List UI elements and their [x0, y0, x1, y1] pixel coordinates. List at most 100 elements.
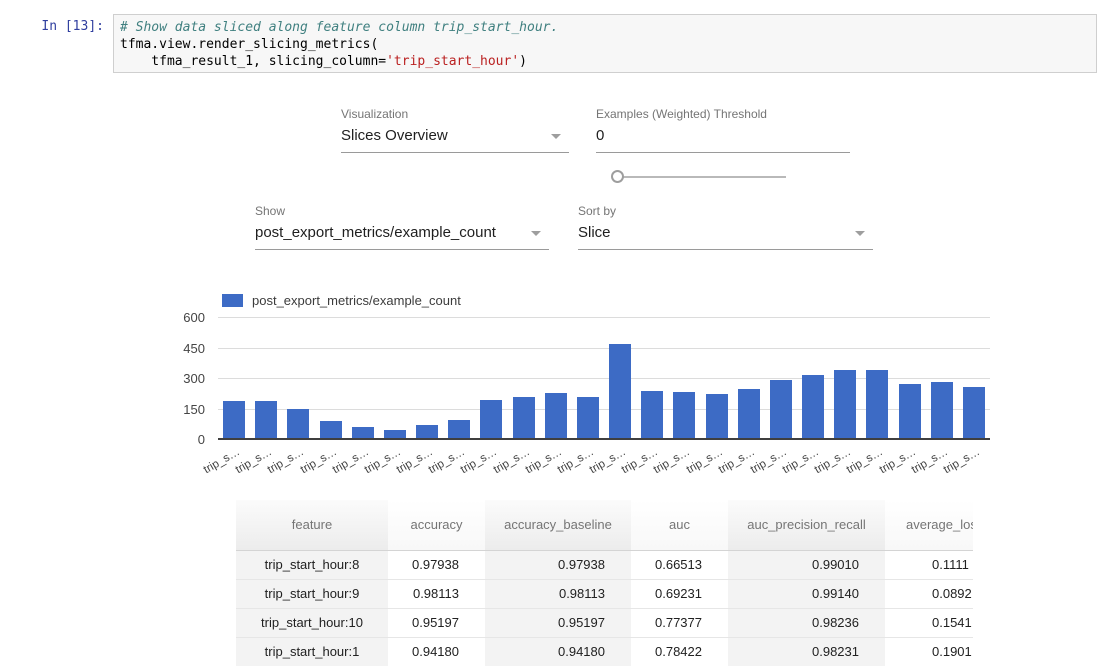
y-tick-label: 0 [160, 432, 205, 447]
table-row[interactable]: trip_start_hour:90.981130.981130.692310.… [236, 579, 973, 608]
sort-by-dropdown[interactable]: Slice [578, 224, 873, 250]
column-header-accuracy[interactable]: accuracy [388, 500, 485, 550]
bar-slice-9[interactable] [513, 397, 535, 439]
column-header-feature[interactable]: feature [236, 500, 388, 550]
metric-cell: 0.97938 [485, 550, 631, 579]
feature-cell: trip_start_hour:10 [236, 608, 388, 637]
metric-cell: 0.1901 [885, 637, 973, 666]
chart-y-axis-labels: 0150300450600 [160, 317, 205, 447]
threshold-control: Examples (Weighted) Threshold 0 [596, 107, 850, 153]
sort-by-selected-value: Slice [578, 224, 611, 241]
code-comment: # Show data sliced along feature column … [120, 20, 558, 35]
bar-slice-21[interactable] [899, 384, 921, 440]
chevron-down-icon[interactable] [531, 231, 541, 236]
threshold-value: 0 [596, 127, 604, 144]
slider-handle[interactable] [611, 170, 624, 183]
metric-cell: 0.0892 [885, 579, 973, 608]
bar-slice-0[interactable] [223, 401, 245, 439]
column-header-auc[interactable]: auc [631, 500, 728, 550]
visualization-selected-value: Slices Overview [341, 127, 448, 144]
bar-slice-22[interactable] [931, 382, 953, 439]
metric-cell: 0.98236 [728, 608, 885, 637]
table-row[interactable]: trip_start_hour:80.979380.979380.665130.… [236, 550, 973, 579]
bar-slice-13[interactable] [641, 391, 663, 439]
sort-by-label: Sort by [578, 204, 873, 218]
bar-slice-7[interactable] [448, 420, 470, 439]
y-tick-label: 450 [160, 341, 205, 356]
feature-cell: trip_start_hour:9 [236, 579, 388, 608]
metric-cell: 0.98231 [728, 637, 885, 666]
visualization-dropdown[interactable]: Slices Overview [341, 127, 569, 153]
bar-slice-10[interactable] [545, 393, 567, 439]
chevron-down-icon[interactable] [551, 134, 561, 139]
code-line-2: tfma.view.render_slicing_metrics( [120, 37, 378, 52]
table-row[interactable]: trip_start_hour:10.941800.941800.784220.… [236, 637, 973, 666]
bar-slice-3[interactable] [320, 421, 342, 439]
code-editor[interactable]: # Show data sliced along feature column … [113, 14, 1097, 73]
table-row[interactable]: trip_start_hour:100.951970.951970.773770… [236, 608, 973, 637]
show-dropdown[interactable]: post_export_metrics/example_count [255, 224, 549, 250]
column-header-accuracy_baseline[interactable]: accuracy_baseline [485, 500, 631, 550]
chart-plot [218, 317, 990, 439]
bar-slice-8[interactable] [480, 400, 502, 439]
chart-legend: post_export_metrics/example_count [222, 293, 461, 308]
metric-cell: 0.95197 [485, 608, 631, 637]
metric-cell: 0.98113 [485, 579, 631, 608]
show-selected-value: post_export_metrics/example_count [255, 224, 496, 241]
table-body: trip_start_hour:80.979380.979380.665130.… [236, 550, 973, 666]
metric-cell: 0.66513 [631, 550, 728, 579]
legend-label: post_export_metrics/example_count [252, 293, 461, 308]
y-tick-label: 600 [160, 310, 205, 325]
column-header-auc_precision_recall[interactable]: auc_precision_recall [728, 500, 885, 550]
metric-cell: 0.1111 [885, 550, 973, 579]
show-label: Show [255, 204, 549, 218]
gridline [218, 348, 990, 349]
visualization-label: Visualization [341, 107, 569, 121]
slider-track[interactable] [618, 176, 786, 178]
threshold-label: Examples (Weighted) Threshold [596, 107, 850, 121]
threshold-input[interactable]: 0 [596, 127, 850, 153]
bar-slice-19[interactable] [834, 370, 856, 439]
gridline [218, 317, 990, 318]
y-tick-label: 300 [160, 371, 205, 386]
sort-by-control: Sort by Slice [578, 204, 873, 250]
threshold-slider[interactable] [611, 170, 786, 184]
metric-cell: 0.99140 [728, 579, 885, 608]
metric-cell: 0.1541 [885, 608, 973, 637]
column-header-average_loss[interactable]: average_loss [885, 500, 973, 550]
bar-slice-18[interactable] [802, 375, 824, 439]
show-control: Show post_export_metrics/example_count [255, 204, 549, 250]
bar-slice-20[interactable] [866, 370, 888, 439]
bar-slice-23[interactable] [963, 387, 985, 439]
bar-slice-2[interactable] [287, 409, 309, 439]
metric-cell: 0.94180 [388, 637, 485, 666]
metric-cell: 0.69231 [631, 579, 728, 608]
bar-slice-16[interactable] [738, 389, 760, 439]
table-header-row: featureaccuracyaccuracy_baselineaucauc_p… [236, 500, 973, 550]
bar-slice-17[interactable] [770, 380, 792, 439]
metric-cell: 0.94180 [485, 637, 631, 666]
metrics-table: featureaccuracyaccuracy_baselineaucauc_p… [236, 500, 973, 666]
metric-cell: 0.98113 [388, 579, 485, 608]
bar-slice-14[interactable] [673, 392, 695, 439]
notebook-page: In [13]: # Show data sliced along featur… [0, 0, 1111, 668]
visualization-control: Visualization Slices Overview [341, 107, 569, 153]
chevron-down-icon[interactable] [855, 231, 865, 236]
code-line-3: tfma_result_1, slicing_column='trip_star… [120, 54, 527, 69]
bar-slice-11[interactable] [577, 397, 599, 439]
bar-slice-6[interactable] [416, 425, 438, 439]
metric-cell: 0.78422 [631, 637, 728, 666]
bar-slice-1[interactable] [255, 401, 277, 439]
metric-cell: 0.77377 [631, 608, 728, 637]
metrics-table-container: featureaccuracyaccuracy_baselineaucauc_p… [236, 500, 973, 668]
feature-cell: trip_start_hour:8 [236, 550, 388, 579]
metric-cell: 0.97938 [388, 550, 485, 579]
chart-x-axis-labels: trip_s…trip_s…trip_s…trip_s…trip_s…trip_… [218, 443, 1008, 477]
code-string-literal: 'trip_start_hour' [386, 54, 519, 69]
legend-swatch [222, 294, 243, 307]
cell-input-prompt: In [13]: [0, 19, 104, 34]
bar-slice-12[interactable] [609, 344, 631, 439]
feature-cell: trip_start_hour:1 [236, 637, 388, 666]
bar-slice-15[interactable] [706, 394, 728, 439]
x-axis-line [218, 438, 990, 440]
